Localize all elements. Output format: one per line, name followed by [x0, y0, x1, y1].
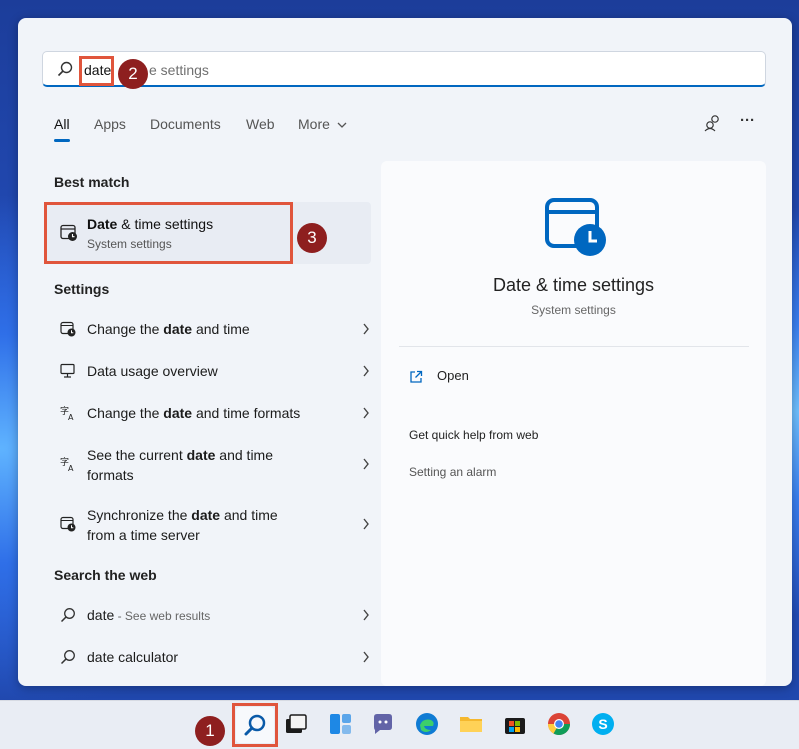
chevron-right-icon — [363, 609, 369, 621]
setting-alarm-link[interactable]: Setting an alarm — [409, 465, 496, 479]
list-item[interactable]: date - See web results — [44, 595, 371, 635]
list-item-label: Change the date and time formats — [87, 405, 301, 421]
chevron-right-icon — [363, 323, 369, 335]
chevron-right-icon — [363, 651, 369, 663]
chevron-right-icon — [363, 407, 369, 419]
language-icon: 字A — [60, 405, 74, 421]
preview-subtitle: System settings — [531, 303, 616, 317]
tab-documents[interactable]: Documents — [150, 116, 221, 132]
search-panel: date e settings 2 All Apps Documents Web… — [18, 18, 792, 686]
settings-header: Settings — [54, 281, 110, 297]
list-item[interactable]: Data usage overview — [44, 351, 371, 391]
search-icon — [60, 608, 75, 623]
callout-box-search — [79, 56, 114, 86]
list-item[interactable]: date calculator — [44, 637, 371, 677]
account-switch-icon[interactable] — [704, 114, 722, 132]
best-match-header: Best match — [54, 174, 130, 190]
more-options-button[interactable]: ··· — [740, 112, 755, 129]
list-item-label: date - See web results — [87, 607, 211, 623]
language-icon: 字A — [60, 456, 74, 472]
callout-badge-1: 1 — [195, 716, 225, 746]
quick-help-label: Get quick help from web — [409, 428, 539, 442]
chevron-right-icon — [363, 518, 369, 530]
active-tab-indicator — [54, 139, 70, 142]
search-web-header: Search the web — [54, 567, 157, 583]
list-item-label: Data usage overview — [87, 363, 218, 379]
callout-badge-2: 2 — [118, 59, 148, 89]
list-item-label: See the current date and time formats — [87, 447, 274, 483]
tab-all[interactable]: All — [54, 116, 70, 132]
svg-text:A: A — [68, 413, 74, 421]
callout-box-best-match — [44, 202, 293, 264]
svg-text:A: A — [68, 464, 74, 472]
preview-title: Date & time settings — [492, 275, 655, 295]
list-item[interactable]: 字A See the current date and time formats — [44, 438, 371, 490]
preview-pane: Date & time settings System settings Ope… — [381, 161, 766, 686]
list-item-label: date calculator — [87, 649, 179, 665]
chrome-browser-icon[interactable] — [546, 711, 572, 737]
taskbar: 1 S — [0, 700, 799, 749]
open-label: Open — [437, 368, 469, 383]
list-item-label: Change the date and time — [87, 321, 250, 337]
edge-browser-icon[interactable] — [414, 711, 440, 737]
tab-more[interactable]: More — [298, 116, 347, 132]
tab-more-label: More — [298, 116, 330, 132]
list-item[interactable]: Change the date and time — [44, 309, 371, 349]
chevron-down-icon — [337, 122, 347, 128]
open-action[interactable]: Open — [409, 368, 609, 388]
microsoft-store-icon[interactable] — [502, 711, 528, 737]
clock-calendar-icon — [60, 516, 76, 532]
list-item[interactable]: Synchronize the date and time from a time… — [44, 498, 371, 550]
teams-chat-icon[interactable] — [370, 711, 396, 737]
callout-box-taskbar-search — [232, 703, 278, 747]
tab-web[interactable]: Web — [246, 116, 275, 132]
list-item[interactable]: 字A Change the date and time formats — [44, 393, 371, 433]
search-input[interactable]: date e settings — [42, 51, 766, 87]
chevron-right-icon — [363, 365, 369, 377]
callout-badge-3: 3 — [297, 223, 327, 253]
open-external-icon — [410, 370, 423, 383]
search-placeholder-text: e settings — [149, 62, 209, 78]
divider — [399, 346, 749, 347]
search-icon — [57, 61, 73, 77]
search-icon — [60, 650, 75, 665]
skype-icon[interactable]: S — [590, 711, 616, 737]
clock-calendar-icon — [545, 198, 606, 256]
list-item-label: Synchronize the date and time from a time… — [87, 507, 278, 543]
chevron-right-icon — [363, 458, 369, 470]
task-view-icon[interactable] — [283, 711, 309, 737]
widgets-icon[interactable] — [327, 711, 353, 737]
monitor-icon — [60, 363, 75, 378]
clock-calendar-icon — [60, 321, 76, 337]
svg-text:S: S — [598, 716, 607, 732]
tab-apps[interactable]: Apps — [94, 116, 126, 132]
file-explorer-icon[interactable] — [458, 711, 484, 737]
